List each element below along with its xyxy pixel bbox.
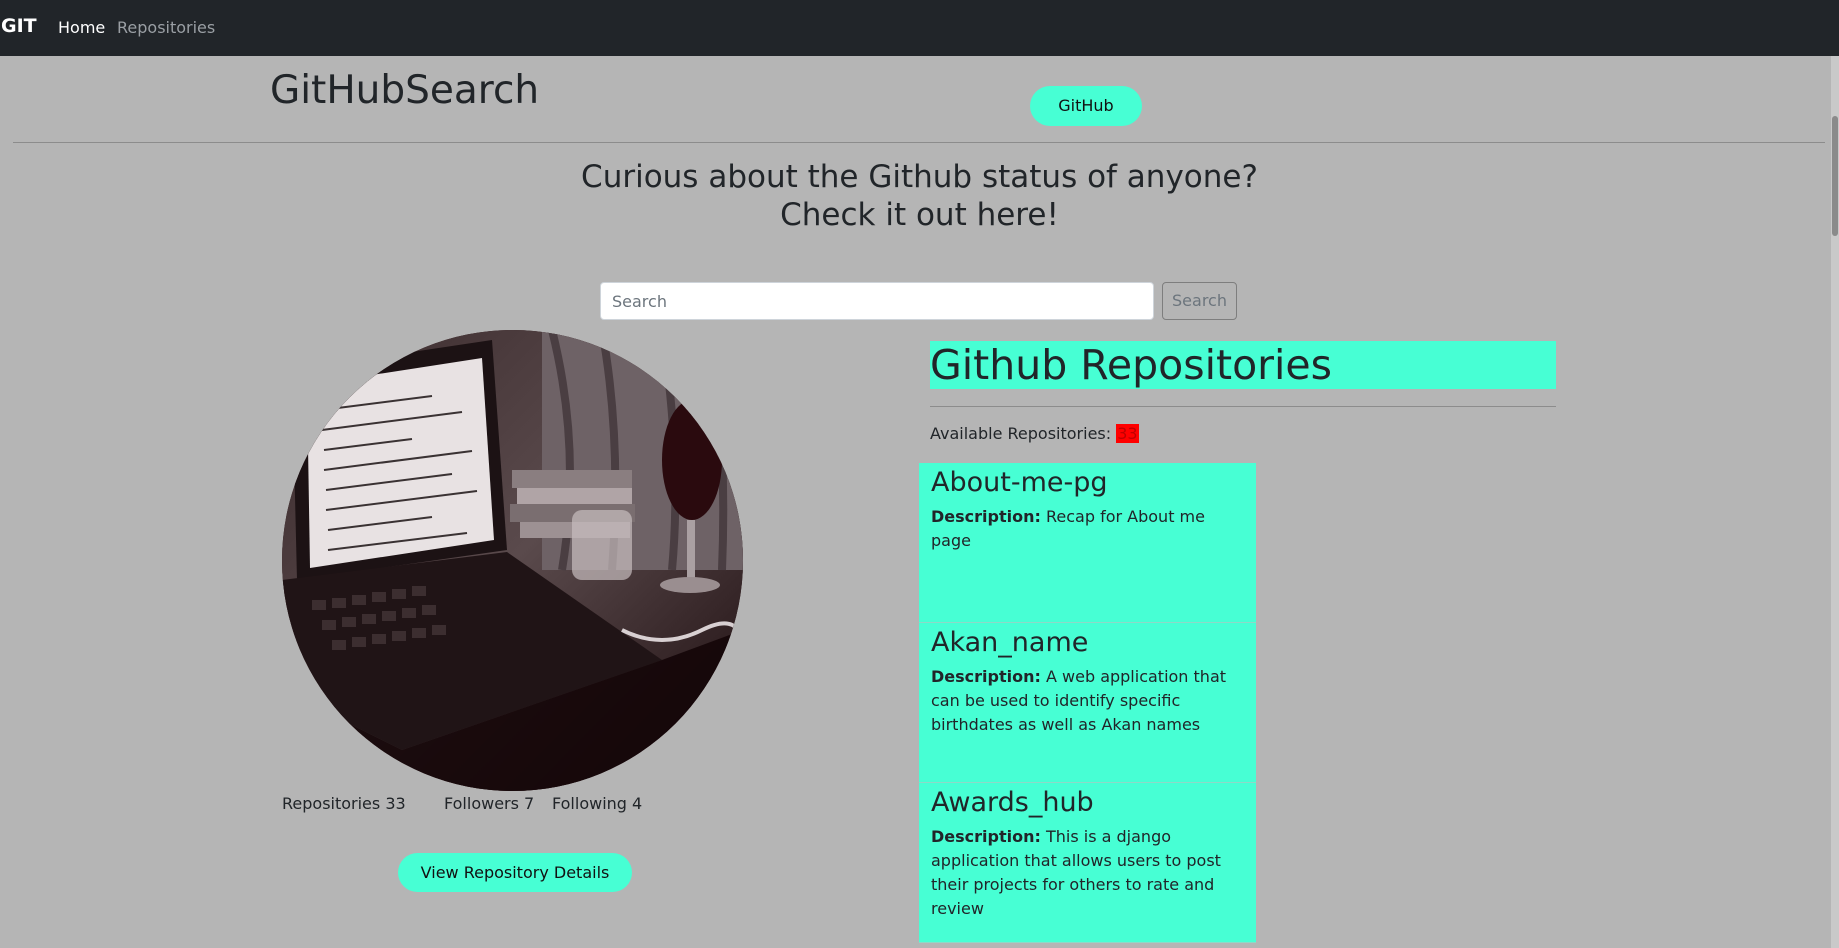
repository-description: Description: This is a django applicatio… <box>931 825 1244 921</box>
page-scrollbar[interactable] <box>1831 56 1839 948</box>
followers-count-stat: Followers 7 <box>444 794 535 813</box>
following-count-stat: Following 4 <box>552 794 643 813</box>
hero-line-2: Check it out here! <box>780 197 1059 233</box>
top-navbar: GIT Home Repositories <box>0 0 1839 56</box>
search-input[interactable] <box>600 282 1154 320</box>
available-repositories-label: Available Repositories: <box>930 424 1112 443</box>
repository-description: Description: A web application that can … <box>931 665 1244 737</box>
nav-link-repositories[interactable]: Repositories <box>117 18 215 37</box>
navbar-brand[interactable]: GIT <box>1 15 37 37</box>
site-title: GitHubSearch <box>270 68 540 113</box>
hero-line-1: Curious about the Github status of anyon… <box>581 159 1258 195</box>
repositories-divider <box>930 406 1556 407</box>
github-button[interactable]: GitHub <box>1030 86 1142 126</box>
available-repositories: Available Repositories: 33 <box>930 424 1139 443</box>
repository-description: Description: Recap for About me page <box>931 505 1244 553</box>
profile-avatar <box>282 330 743 791</box>
repository-card[interactable]: About-me-pg Description: Recap for About… <box>919 463 1256 623</box>
repository-name: Akan_name <box>931 627 1089 658</box>
repository-card[interactable]: Awards_hub Description: This is a django… <box>919 783 1256 943</box>
description-label: Description: <box>931 827 1041 846</box>
repository-card[interactable]: Akan_name Description: A web application… <box>919 623 1256 783</box>
hero-headline: Curious about the Github status of anyon… <box>0 158 1839 234</box>
scrollbar-thumb[interactable] <box>1832 116 1838 236</box>
description-label: Description: <box>931 667 1041 686</box>
repository-count-badge: 33 <box>1116 424 1139 443</box>
nav-link-home[interactable]: Home <box>58 18 105 37</box>
repository-list: About-me-pg Description: Recap for About… <box>919 463 1256 943</box>
avatar-photo <box>282 330 743 791</box>
search-button[interactable]: Search <box>1162 282 1237 320</box>
repositories-count-stat: Repositories 33 <box>282 794 406 813</box>
repository-name: About-me-pg <box>931 467 1108 498</box>
repository-name: Awards_hub <box>931 787 1094 818</box>
header-divider <box>13 142 1825 143</box>
description-label: Description: <box>931 507 1041 526</box>
view-repository-details-button[interactable]: View Repository Details <box>398 853 632 892</box>
repositories-heading: Github Repositories <box>930 341 1556 389</box>
